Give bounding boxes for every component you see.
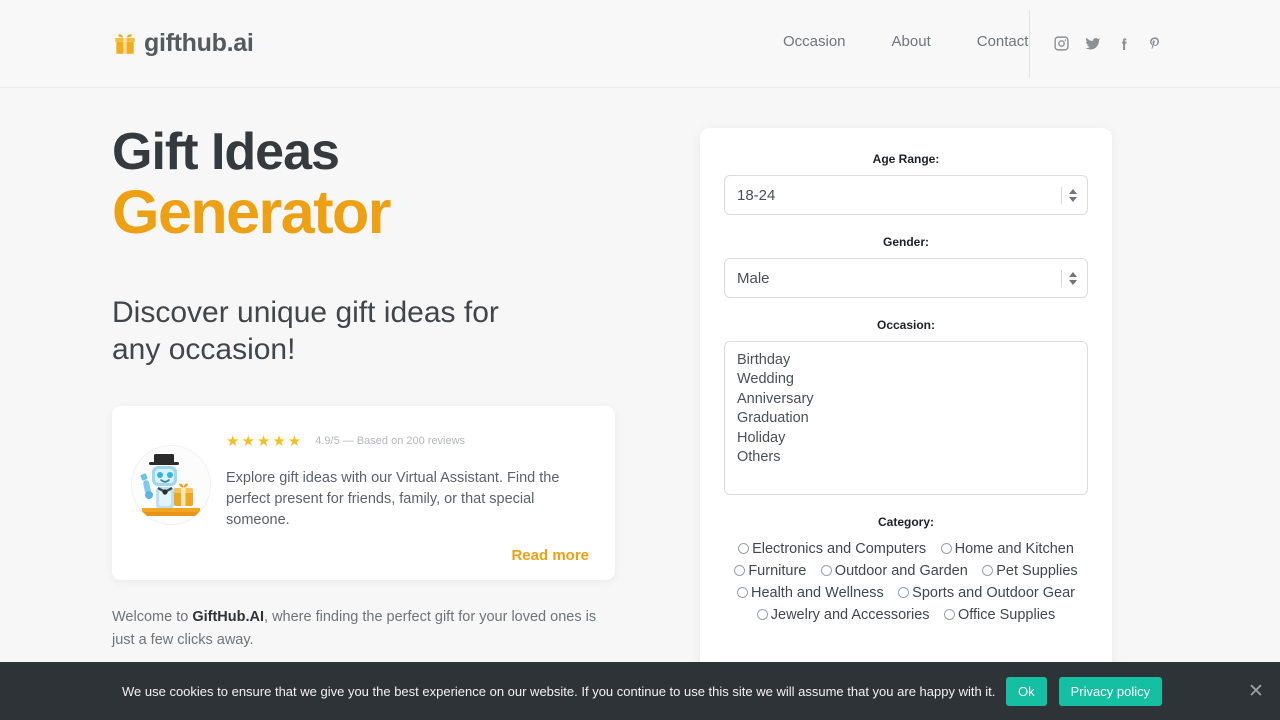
radio-home-and-kitchen[interactable]: Home and Kitchen	[940, 538, 1074, 560]
star-rating-icon: ★★★★★	[226, 433, 304, 451]
radio-sports-and-outdoor-gear[interactable]: Sports and Outdoor Gear	[898, 582, 1075, 604]
age-range-value: 18-24	[737, 186, 776, 204]
page-subtitle: Discover unique gift ideas for any occas…	[112, 296, 499, 366]
brand-name: gifthub.ai	[144, 29, 254, 57]
radio-label: Office Supplies	[957, 607, 1056, 623]
form-column: Age Range: 18-24 Gender: Male Occasion: …	[700, 88, 1112, 720]
radio-label: Home and Kitchen	[954, 541, 1074, 557]
gift-box-icon	[112, 31, 138, 57]
radio-button-icon[interactable]	[943, 609, 955, 620]
radio-office-supplies[interactable]: Office Supplies	[943, 604, 1056, 626]
nav-item-about[interactable]: About	[892, 33, 931, 50]
cookie-consent-banner: We use cookies to ensure that we give yo…	[0, 662, 1280, 720]
header-divider	[1029, 10, 1030, 78]
radio-button-icon[interactable]	[756, 609, 768, 620]
category-field: Category: Electronics and Computers Home…	[724, 515, 1088, 626]
review-card-body: ★★★★★ 4.9/5 — Based on 200 reviews Explo…	[226, 428, 589, 564]
radio-label: Health and Wellness	[750, 585, 884, 601]
radio-electronics-and-computers[interactable]: Electronics and Computers	[738, 538, 926, 560]
radio-jewelry-and-accessories[interactable]: Jewelry and Accessories	[756, 604, 930, 626]
list-item[interactable]: Birthday	[737, 351, 1087, 370]
review-card: ★★★★★ 4.9/5 — Based on 200 reviews Explo…	[112, 406, 615, 581]
select-separator	[1061, 269, 1062, 287]
age-range-label: Age Range:	[872, 152, 940, 166]
radio-furniture[interactable]: Furniture	[734, 560, 806, 582]
brand-logo[interactable]: gifthub.ai	[112, 29, 254, 58]
rating-text: 4.9/5 — Based on 200 reviews	[315, 435, 466, 448]
page-title-line2: Generator	[112, 178, 392, 246]
facebook-icon[interactable]	[1114, 34, 1133, 53]
category-label: Category:	[877, 515, 934, 529]
list-item[interactable]: Graduation	[737, 409, 1087, 428]
list-item[interactable]: Wedding	[737, 370, 1087, 389]
radio-button-icon[interactable]	[736, 587, 748, 598]
age-range-field: Age Range: 18-24	[724, 152, 1088, 215]
radio-label: Pet Supplies	[996, 563, 1078, 579]
radio-button-icon[interactable]	[982, 565, 994, 576]
cookie-actions: Ok Privacy policy	[1006, 676, 1163, 706]
cookie-message: We use cookies to ensure that we give yo…	[122, 683, 996, 699]
page-title-line1: Gift Ideas	[112, 123, 340, 181]
nav-item-contact[interactable]: Contact	[977, 33, 1029, 50]
gender-select[interactable]: Male	[724, 258, 1088, 298]
radio-label: Furniture	[748, 563, 807, 579]
list-item[interactable]: Holiday	[737, 429, 1087, 448]
radio-button-icon[interactable]	[738, 543, 750, 554]
social-links	[1052, 34, 1164, 53]
close-icon[interactable]: ✕	[1248, 682, 1264, 701]
gender-value: Male	[737, 269, 770, 287]
occasion-field: Occasion: Birthday Wedding Anniversary G…	[724, 318, 1088, 495]
radio-pet-supplies[interactable]: Pet Supplies	[982, 560, 1078, 582]
radio-label: Sports and Outdoor Gear	[912, 585, 1075, 601]
intro-paragraph-1: Welcome to GiftHub.AI, where finding the…	[112, 606, 599, 651]
gift-generator-form: Age Range: 18-24 Gender: Male Occasion: …	[700, 128, 1112, 676]
review-card-description: Explore gift ideas with our Virtual Assi…	[226, 470, 560, 529]
radio-label: Jewelry and Accessories	[770, 607, 930, 623]
radio-button-icon[interactable]	[820, 565, 832, 576]
robot-assistant-avatar	[132, 446, 210, 525]
age-range-select[interactable]: 18-24	[724, 175, 1088, 215]
main-nav: Occasion About Contact	[783, 33, 1028, 50]
page-title: Gift Ideas Generator	[112, 126, 632, 243]
radio-button-icon[interactable]	[940, 543, 952, 554]
welcome-prefix: Welcome to	[112, 609, 193, 626]
occasion-label: Occasion:	[876, 318, 936, 332]
radio-outdoor-and-garden[interactable]: Outdoor and Garden	[820, 560, 968, 582]
nav-item-occasion[interactable]: Occasion	[783, 33, 846, 50]
select-stepper-icon	[1061, 176, 1077, 214]
select-separator	[1061, 186, 1062, 204]
brand-mention: GiftHub.AI	[192, 609, 265, 626]
select-stepper-icon	[1061, 259, 1077, 297]
gender-field: Gender: Male	[724, 235, 1088, 298]
list-item[interactable]: Anniversary	[737, 390, 1087, 409]
gift-box-icon-svg	[115, 33, 135, 54]
hero-column: Gift Ideas Generator Discover unique gif…	[112, 88, 632, 720]
radio-button-icon[interactable]	[734, 565, 746, 576]
site-header: gifthub.ai Occasion About Contact	[0, 0, 1280, 88]
twitter-icon[interactable]	[1083, 34, 1102, 53]
pinterest-icon[interactable]	[1145, 34, 1164, 53]
radio-button-icon[interactable]	[898, 587, 910, 598]
read-more-link[interactable]: Read more	[226, 547, 589, 564]
category-radio-group: Electronics and Computers Home and Kitch…	[724, 538, 1088, 626]
instagram-icon[interactable]	[1052, 34, 1071, 53]
chevron-updown-icon	[1069, 271, 1077, 285]
privacy-policy-button[interactable]: Privacy policy	[1058, 676, 1163, 706]
radio-label: Electronics and Computers	[752, 541, 927, 557]
cookie-ok-button[interactable]: Ok	[1006, 676, 1047, 706]
gender-label: Gender:	[882, 235, 929, 249]
chevron-updown-icon	[1069, 188, 1077, 202]
list-item[interactable]: Others	[737, 448, 1087, 467]
radio-label: Outdoor and Garden	[834, 563, 968, 579]
radio-health-and-wellness[interactable]: Health and Wellness	[736, 582, 884, 604]
rating-row: ★★★★★ 4.9/5 — Based on 200 reviews	[226, 432, 589, 450]
main-content: Gift Ideas Generator Discover unique gif…	[0, 88, 1280, 720]
occasion-listbox[interactable]: Birthday Wedding Anniversary Graduation …	[724, 341, 1088, 495]
robot-assistant-avatar-svg	[132, 446, 210, 525]
